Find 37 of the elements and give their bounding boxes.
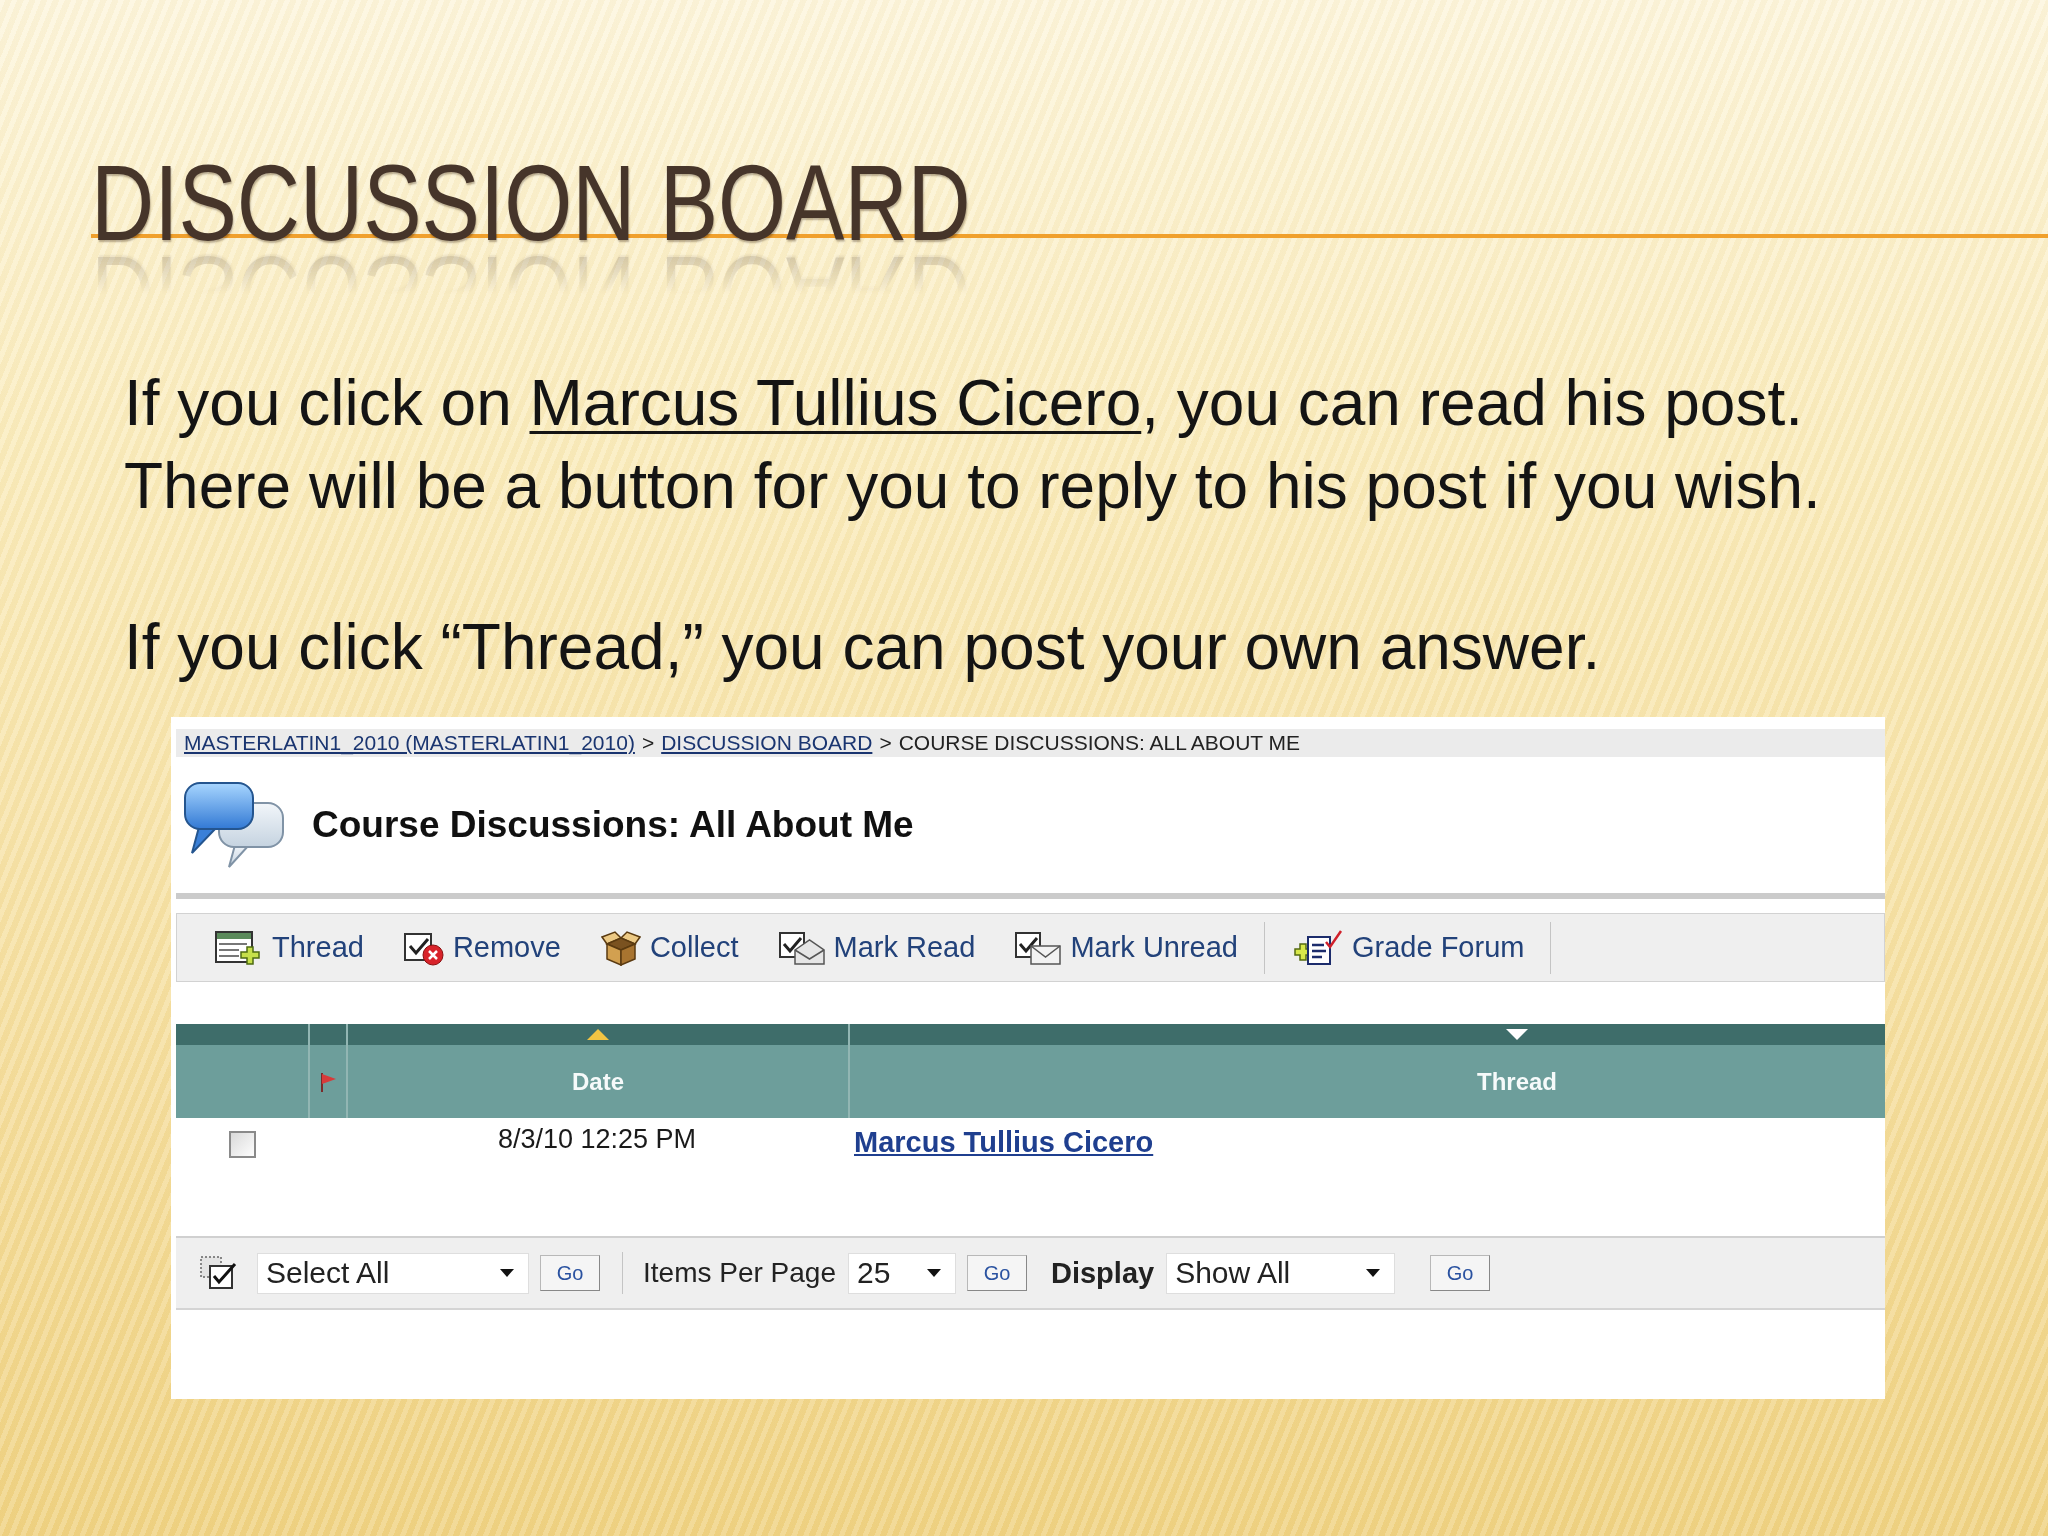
toolbar-button[interactable]: Collect	[600, 929, 739, 966]
caret-icon	[927, 1269, 941, 1277]
breadcrumb-separator: >	[641, 730, 655, 756]
display-dropdown[interactable]: Show All	[1166, 1252, 1396, 1294]
go-button[interactable]: Go	[967, 1255, 1027, 1291]
body-text: There will be a button for you to reply to his post if you wish.	[124, 449, 1822, 524]
row-checkbox[interactable]	[228, 1131, 256, 1158]
go-button[interactable]: Go	[540, 1255, 600, 1291]
breadcrumb-current: COURSE DISCUSSIONS: ALL ABOUT ME	[898, 730, 1301, 756]
toolbar-button[interactable]: Thread	[215, 929, 364, 966]
thread-link[interactable]: Marcus Tullius Cicero	[854, 1126, 1154, 1159]
toolbar-button[interactable]: Mark Unread	[1015, 929, 1238, 966]
speech-bubbles-icon	[183, 781, 285, 869]
breadcrumb-link[interactable]: MASTERLATIN1_2010 (MASTERLATIN1_2010)	[184, 729, 635, 757]
box-icon	[600, 929, 641, 966]
breadcrumb-link[interactable]: DISCUSSION BOARD	[661, 729, 873, 757]
toolbar-button[interactable]: Remove	[403, 929, 561, 966]
toolbar-button[interactable]: Grade Forum	[1289, 929, 1525, 966]
flag-icon	[319, 1070, 337, 1093]
date-text: 8/3/10 12:25 PM	[497, 1124, 697, 1155]
body-text: If you click “Thread,” you can post your own answer.	[124, 610, 1602, 685]
page-heading: Course Discussions: All About Me	[312, 804, 914, 846]
toolbar-button[interactable]: Mark Read	[778, 929, 976, 966]
select-all-dropdown[interactable]: Select All	[257, 1252, 529, 1294]
slide-title: DISCUSSION BOARD	[91, 149, 971, 257]
items-per-page-dropdown[interactable]: 25	[848, 1252, 956, 1294]
display-label: Display	[1051, 1256, 1155, 1290]
table-plus-icon	[215, 929, 263, 966]
body-text: If you click on Marcus Tullius Cicero, you can read his post.	[124, 366, 1804, 441]
caret-icon	[500, 1269, 514, 1277]
go-button[interactable]: Go	[1430, 1255, 1491, 1291]
breadcrumb-separator: >	[879, 730, 892, 756]
checkbox-envelope-icon	[778, 929, 825, 966]
caret-icon	[1366, 1269, 1381, 1277]
checkbox-envelope-icon	[1015, 929, 1062, 966]
items-per-page-label: Items Per Page	[643, 1257, 836, 1289]
text-link[interactable]: Marcus Tullius Cicero	[529, 367, 1142, 439]
